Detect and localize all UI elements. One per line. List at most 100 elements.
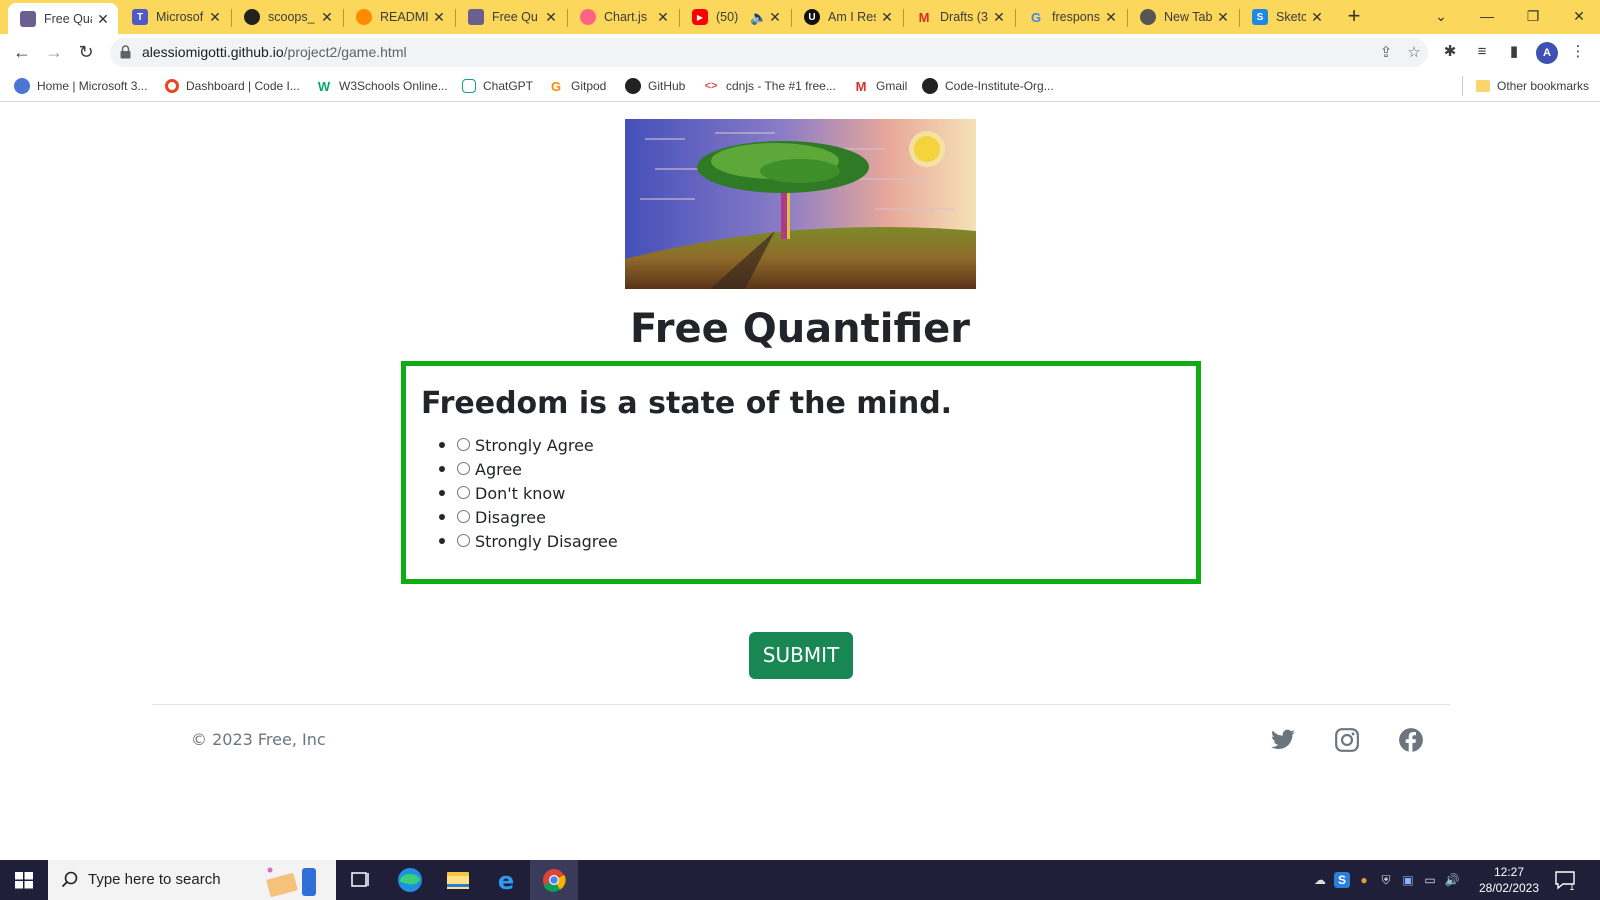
answer-option[interactable]: Agree <box>439 457 618 481</box>
answer-label: Disagree <box>475 507 546 527</box>
share-icon[interactable]: ⇪ <box>1376 43 1396 63</box>
taskbar-search-box[interactable]: Type here to search <box>48 860 336 900</box>
answer-option[interactable]: Disagree <box>439 505 618 529</box>
skype-icon[interactable]: S <box>1334 872 1350 888</box>
bookmark-star-icon[interactable]: ☆ <box>1404 43 1424 63</box>
close-icon[interactable]: ✕ <box>208 10 222 24</box>
side-panel-icon[interactable]: ▮ <box>1504 42 1524 62</box>
chrome-taskbar-icon[interactable] <box>530 860 578 900</box>
address-bar[interactable]: alessiomigotti.github.io/project2/game.h… <box>110 38 1428 67</box>
bookmark-code-institute[interactable]: Dashboard | Code I... <box>165 76 300 96</box>
bookmark-code-institute-org[interactable]: Code-Institute-Org... <box>922 76 1054 96</box>
answer-list: Strongly Agree Agree Don't know Disagree… <box>439 433 618 553</box>
minimize-button[interactable]: — <box>1464 4 1510 28</box>
onedrive-icon[interactable]: ☁ <box>1312 872 1328 888</box>
forward-button[interactable]: → <box>42 40 66 64</box>
close-icon[interactable]: ✕ <box>880 10 894 24</box>
reload-button[interactable]: ↻ <box>74 40 98 64</box>
file-explorer-icon[interactable] <box>434 860 482 900</box>
submit-button[interactable]: SUBMIT <box>749 632 853 679</box>
extensions-icon[interactable]: ✱ <box>1440 42 1460 62</box>
close-icon[interactable]: ✕ <box>544 10 558 24</box>
tab-free-quantifier[interactable]: Free Qua ✕ <box>8 3 118 34</box>
github-icon <box>244 9 260 25</box>
tab-readme[interactable]: READMI ✕ <box>344 2 454 32</box>
microsoft365-icon <box>14 78 30 94</box>
github-icon <box>922 78 938 94</box>
answer-option[interactable]: Don't know <box>439 481 618 505</box>
close-icon[interactable]: ✕ <box>656 10 670 24</box>
tab-chartjs[interactable]: Chart.js ✕ <box>568 2 678 32</box>
tab-title: Free Qua <box>44 11 92 26</box>
profile-avatar[interactable]: A <box>1536 42 1558 64</box>
lock-icon[interactable] <box>120 45 131 59</box>
restore-button[interactable]: ❐ <box>1510 4 1556 28</box>
close-window-button[interactable]: ✕ <box>1556 4 1600 28</box>
bookmark-gmail[interactable]: M Gmail <box>853 76 908 96</box>
tab-microsoft[interactable]: T Microsof ✕ <box>120 2 230 32</box>
close-icon[interactable]: ✕ <box>1104 10 1118 24</box>
other-bookmarks[interactable]: Other bookmarks <box>1476 76 1589 96</box>
edge-icon[interactable] <box>386 860 434 900</box>
bookmark-microsoft[interactable]: Home | Microsoft 3... <box>14 76 147 96</box>
new-tab-button[interactable]: + <box>1342 5 1366 29</box>
radio-button[interactable] <box>457 533 470 547</box>
bookmark-github[interactable]: GitHub <box>625 76 685 96</box>
close-icon[interactable]: ✕ <box>1310 10 1324 24</box>
question-text: Freedom is a state of the mind. <box>421 386 953 421</box>
bookmark-chatgpt[interactable]: ChatGPT <box>462 76 533 96</box>
close-icon[interactable]: ✕ <box>1216 10 1230 24</box>
tab-google-search[interactable]: G frespons ✕ <box>1016 2 1126 32</box>
radio-button[interactable] <box>457 461 470 475</box>
display-icon[interactable]: ▣ <box>1400 872 1416 888</box>
system-clock[interactable]: 12:27 28/02/2023 <box>1478 864 1540 896</box>
radio-button[interactable] <box>457 437 470 451</box>
network-icon[interactable]: ▭ <box>1422 872 1438 888</box>
speaker-icon[interactable]: 🔈 <box>750 10 767 24</box>
url-text[interactable]: alessiomigotti.github.io/project2/game.h… <box>142 44 407 60</box>
notification-center-icon[interactable]: 1 <box>1554 869 1576 891</box>
image-icon <box>468 9 484 25</box>
tab-new-tab[interactable]: New Tab ✕ <box>1128 2 1238 32</box>
back-button[interactable]: ← <box>10 40 34 64</box>
windows-start-icon[interactable] <box>0 860 48 900</box>
tab-title: scoops_ <box>268 10 315 24</box>
tab-search-button[interactable]: ⌄ <box>1418 4 1464 28</box>
bookmark-gitpod[interactable]: G Gitpod <box>548 76 606 96</box>
internet-explorer-icon[interactable]: e <box>482 860 530 900</box>
bookmark-w3schools[interactable]: W W3Schools Online... <box>316 76 448 96</box>
tab-youtube[interactable]: ▶ (50) 🔈 ✕ <box>680 2 790 32</box>
volume-icon[interactable]: 🔊 <box>1444 872 1460 888</box>
security-icon[interactable]: ⛨ <box>1378 872 1394 888</box>
bookmark-cdnjs[interactable]: <> cdnjs - The #1 free... <box>703 76 836 96</box>
twitter-icon[interactable] <box>1270 727 1296 753</box>
tab-gmail-drafts[interactable]: M Drafts (3 ✕ <box>904 2 1014 32</box>
close-icon[interactable]: ✕ <box>992 10 1006 24</box>
bookmarks-bar: Home | Microsoft 3... Dashboard | Code I… <box>0 70 1600 102</box>
media-control-icon[interactable]: ≡ <box>1472 42 1492 62</box>
radio-button[interactable] <box>457 485 470 499</box>
tab-scoops[interactable]: scoops_ ✕ <box>232 2 342 32</box>
close-icon[interactable]: ✕ <box>320 10 334 24</box>
youtube-icon: ▶ <box>692 9 708 25</box>
facebook-icon[interactable] <box>1398 727 1424 753</box>
task-view-icon[interactable] <box>336 860 384 900</box>
tab-am-i-responsive[interactable]: U Am I Res ✕ <box>792 2 902 32</box>
close-icon[interactable]: ✕ <box>96 12 110 26</box>
app-tray-icon[interactable]: ● <box>1356 872 1372 888</box>
tab-title: frespons <box>1052 10 1100 24</box>
tab-title: New Tab <box>1164 10 1212 24</box>
instagram-icon[interactable] <box>1334 727 1360 753</box>
menu-kebab-icon[interactable]: ⋮ <box>1568 42 1588 62</box>
answer-label: Strongly Agree <box>475 435 594 455</box>
tab-sketchbook[interactable]: S Sketchb ✕ <box>1240 2 1332 32</box>
close-icon[interactable]: ✕ <box>432 10 446 24</box>
answer-option[interactable]: Strongly Agree <box>439 433 618 457</box>
tab-free-quantifier-2[interactable]: Free Qu ✕ <box>456 2 566 32</box>
close-icon[interactable]: ✕ <box>768 10 782 24</box>
bookmark-label: ChatGPT <box>483 79 534 93</box>
clock-time: 12:27 <box>1493 865 1525 879</box>
radio-button[interactable] <box>457 509 470 523</box>
bullet <box>439 466 445 472</box>
answer-option[interactable]: Strongly Disagree <box>439 529 618 553</box>
